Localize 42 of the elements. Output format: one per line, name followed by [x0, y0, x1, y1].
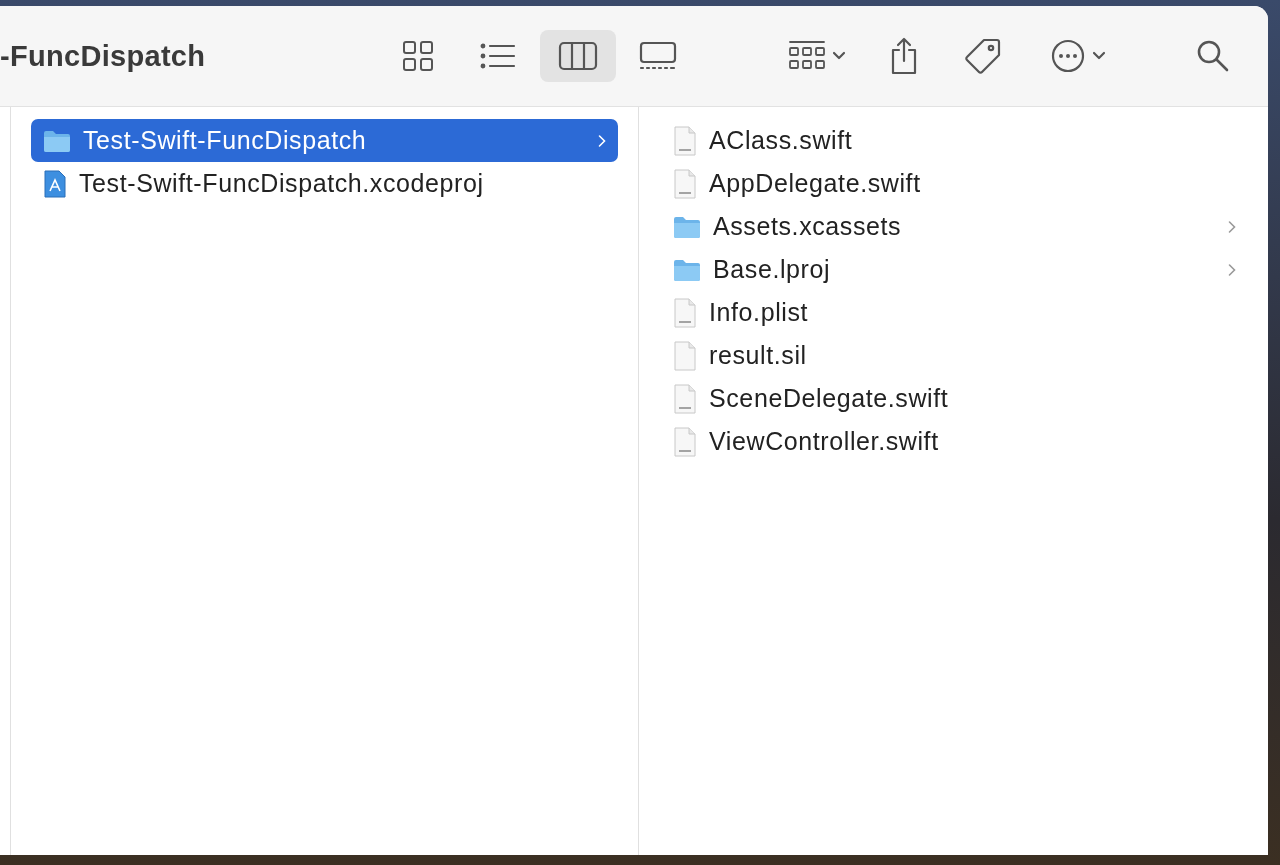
view-mode-button[interactable]	[540, 30, 616, 82]
file-name: AClass.swift	[709, 126, 854, 155]
document-icon	[673, 125, 697, 156]
file-row[interactable]: Test-Swift-FuncDispatch.xcodeproj	[31, 162, 618, 205]
file-name: Base.lproj	[713, 255, 832, 284]
columns-icon	[558, 41, 598, 71]
file-name: Test-Swift-FuncDispatch.xcodeproj	[79, 169, 485, 198]
file-name: ViewController.swift	[709, 427, 940, 456]
list-icon	[480, 42, 516, 70]
file-row[interactable]: AClass.swift	[661, 119, 1248, 162]
file-name: SceneDelegate.swift	[709, 384, 950, 413]
more-icon	[1050, 38, 1086, 74]
file-name: Info.plist	[709, 298, 810, 327]
file-name: result.sil	[709, 341, 808, 370]
file-row[interactable]: ViewController.swift	[661, 420, 1248, 463]
file-row[interactable]: Test-Swift-FuncDispatch	[31, 119, 618, 162]
folder-icon	[673, 257, 701, 282]
project-file-icon	[43, 168, 67, 199]
grid-icon	[402, 40, 434, 72]
file-row[interactable]: SceneDelegate.swift	[661, 377, 1248, 420]
document-icon	[673, 168, 697, 199]
group-icon	[788, 40, 826, 72]
chevron-down-icon	[1092, 51, 1106, 61]
file-row[interactable]: AppDelegate.swift	[661, 162, 1248, 205]
file-name: Test-Swift-FuncDispatch	[83, 126, 368, 155]
chevron-down-icon	[832, 51, 846, 61]
document-icon	[673, 383, 697, 414]
folder-icon	[43, 128, 71, 153]
document-icon	[673, 297, 697, 328]
file-name: AppDelegate.swift	[709, 169, 922, 198]
document-icon	[673, 340, 697, 371]
folder-icon	[673, 214, 701, 239]
file-row[interactable]: Base.lproj	[661, 248, 1248, 291]
search-icon	[1196, 39, 1230, 73]
tag-icon	[964, 37, 1002, 75]
file-row[interactable]: Info.plist	[661, 291, 1248, 334]
file-row[interactable]: result.sil	[661, 334, 1248, 377]
file-name: Assets.xcassets	[713, 212, 903, 241]
document-icon	[673, 426, 697, 457]
gallery-icon	[638, 41, 678, 71]
window-title: -FuncDispatch	[0, 39, 207, 73]
file-row[interactable]: Assets.xcassets	[661, 205, 1248, 248]
